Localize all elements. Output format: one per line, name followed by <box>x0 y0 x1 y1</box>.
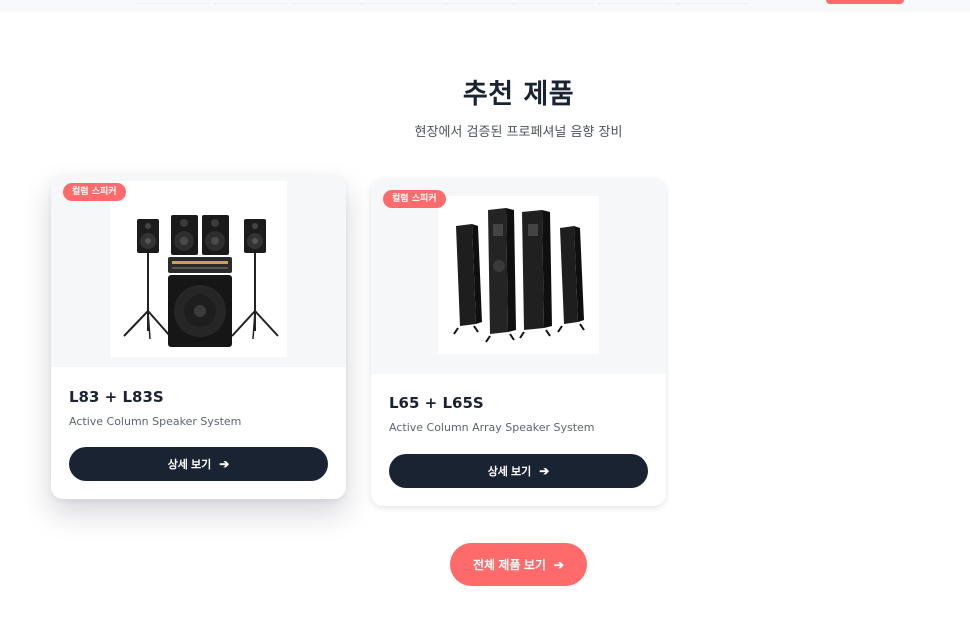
section-title: 추천 제품 <box>462 79 575 110</box>
view-all-label: 전체 제품 보기 <box>473 558 546 572</box>
nav-cta-button[interactable] <box>826 0 904 4</box>
nav-item[interactable] <box>291 0 365 4</box>
view-details-label: 상세 보기 <box>487 466 532 478</box>
category-badge: 컬럼 스피커 <box>63 183 126 201</box>
nav-item[interactable] <box>367 0 441 4</box>
arrow-right-icon: ➔ <box>539 464 550 478</box>
nav-item[interactable] <box>674 0 748 4</box>
view-all-products-button[interactable]: 전체 제품 보기 ➔ <box>450 543 587 586</box>
product-image <box>438 196 599 354</box>
view-details-button[interactable]: 상세 보기 ➔ <box>69 447 328 481</box>
product-image <box>110 181 287 357</box>
nav-item[interactable] <box>213 0 287 4</box>
view-details-label: 상세 보기 <box>167 459 212 471</box>
product-description: Active Column Speaker System <box>69 415 242 428</box>
top-navigation <box>0 0 970 12</box>
product-image-area: 컬럼 스피커 <box>51 175 346 367</box>
product-name: L65 + L65S <box>389 394 484 412</box>
arrow-right-icon: ➔ <box>219 457 230 471</box>
view-details-button[interactable]: 상세 보기 ➔ <box>389 454 648 488</box>
nav-item[interactable] <box>443 0 517 4</box>
product-card[interactable]: 컬럼 스피커 <box>371 178 666 506</box>
product-image-area: 컬럼 스피커 <box>371 178 666 374</box>
nav-item[interactable] <box>519 0 593 4</box>
nav-item[interactable] <box>135 0 209 4</box>
product-name: L83 + L83S <box>69 388 164 406</box>
product-card[interactable]: 컬럼 스피커 <box>51 175 346 499</box>
section-subtitle: 현장에서 검증된 프로페셔널 음향 장비 <box>414 125 623 140</box>
arrow-right-icon: ➔ <box>553 557 564 572</box>
nav-item[interactable] <box>597 0 671 4</box>
product-description: Active Column Array Speaker System <box>389 421 595 434</box>
category-badge: 컬럼 스피커 <box>383 190 446 208</box>
